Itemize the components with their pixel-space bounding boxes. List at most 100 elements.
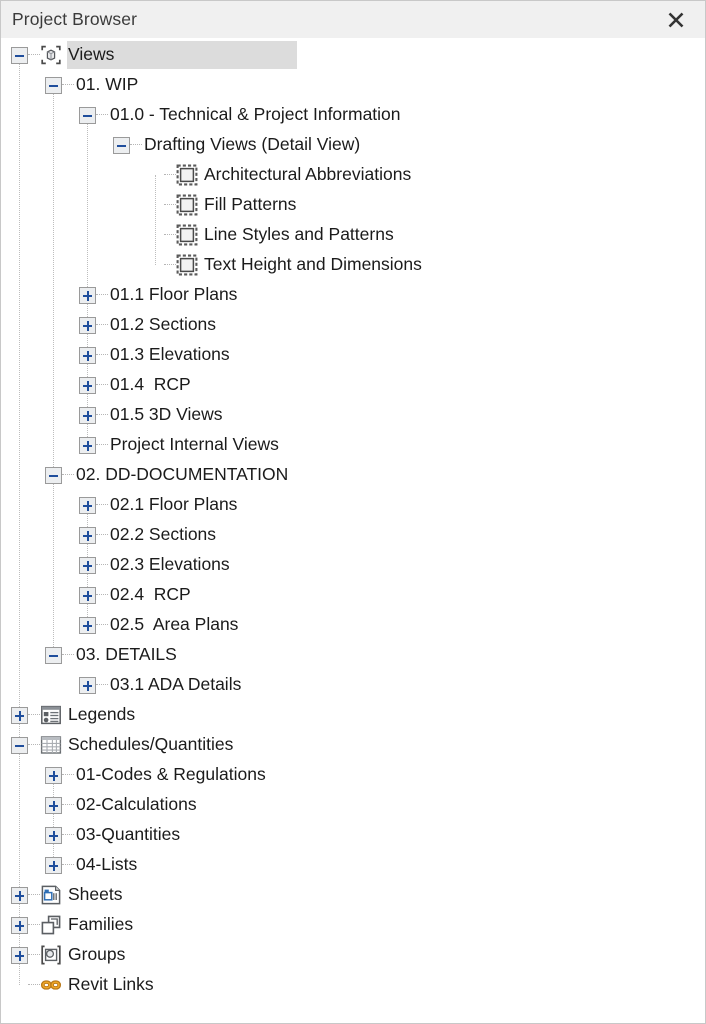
collapse-icon[interactable] xyxy=(11,46,28,64)
collapse-icon[interactable] xyxy=(11,736,28,754)
tree-node-label: 02-Calculations xyxy=(76,794,197,815)
tree-node-tech-project-info[interactable]: 01.0 - Technical & Project Information xyxy=(1,100,705,130)
tree-node-label: 01.1 Floor Plans xyxy=(110,284,238,305)
tree-node-label: 01.0 - Technical & Project Information xyxy=(110,104,401,125)
tree-node-line-styles-patterns[interactable]: Line Styles and Patterns xyxy=(1,220,705,250)
tree-node-dd-documentation[interactable]: 02. DD-DOCUMENTATION xyxy=(1,460,705,490)
tree-node-label: 03-Quantities xyxy=(76,824,181,845)
tree-node-calculations[interactable]: 02-Calculations xyxy=(1,790,705,820)
tree-connector xyxy=(28,54,40,56)
expand-icon[interactable] xyxy=(79,526,96,544)
expand-icon[interactable] xyxy=(79,316,96,334)
tree-node-drafting-views[interactable]: Drafting Views (Detail View) xyxy=(1,130,705,160)
tree-node-lists[interactable]: 04-Lists xyxy=(1,850,705,880)
views-icon xyxy=(40,44,62,66)
expand-icon[interactable] xyxy=(45,796,62,814)
tree-node-quantities[interactable]: 03-Quantities xyxy=(1,820,705,850)
tree-node-wip-3d-views[interactable]: 01.5 3D Views xyxy=(1,400,705,430)
tree-connector xyxy=(96,504,108,506)
expand-icon[interactable] xyxy=(45,856,62,874)
expand-icon[interactable] xyxy=(79,406,96,424)
tree-node-details[interactable]: 03. DETAILS xyxy=(1,640,705,670)
collapse-icon[interactable] xyxy=(45,76,62,94)
tree-node-label: Views xyxy=(68,44,115,65)
tree-node-label: Families xyxy=(68,914,134,935)
tree-node-dd-area-plans[interactable]: 02.5 Area Plans xyxy=(1,610,705,640)
expand-icon[interactable] xyxy=(79,346,96,364)
close-icon[interactable] xyxy=(663,7,689,33)
tree-connector xyxy=(96,384,108,386)
tree-node-views[interactable]: Views xyxy=(1,40,705,70)
tree-node-dd-floor-plans[interactable]: 02.1 Floor Plans xyxy=(1,490,705,520)
tree-connector xyxy=(62,804,74,806)
tree-connector xyxy=(164,204,176,206)
expand-icon[interactable] xyxy=(11,916,28,934)
tree-node-label: 01-Codes & Regulations xyxy=(76,764,266,785)
collapse-icon[interactable] xyxy=(45,646,62,664)
tree-node-dd-rcp[interactable]: 02.4 RCP xyxy=(1,580,705,610)
project-browser-tree[interactable]: Views 01. WIP 01.0 - Technical & Project I… xyxy=(1,38,705,1023)
tree-connector xyxy=(62,474,74,476)
tree-node-ada-details[interactable]: 03.1 ADA Details xyxy=(1,670,705,700)
expand-icon[interactable] xyxy=(11,706,28,724)
tree-guide-line xyxy=(19,55,20,985)
tree-node-label: Legends xyxy=(68,704,136,725)
tree-node-label: 03.1 ADA Details xyxy=(110,674,242,695)
tree-node-wip-sections[interactable]: 01.2 Sections xyxy=(1,310,705,340)
tree-node-wip-floor-plans[interactable]: 01.1 Floor Plans xyxy=(1,280,705,310)
tree-node-label: Architectural Abbreviations xyxy=(204,164,412,185)
tree-connector xyxy=(96,294,108,296)
tree-node-arch-abbreviations[interactable]: Architectural Abbreviations xyxy=(1,160,705,190)
tree-node-dd-sections[interactable]: 02.2 Sections xyxy=(1,520,705,550)
expand-icon[interactable] xyxy=(79,676,96,694)
tree-node-wip-rcp[interactable]: 01.4 RCP xyxy=(1,370,705,400)
panel-title: Project Browser xyxy=(12,9,138,29)
tree-connector xyxy=(96,594,108,596)
expand-icon[interactable] xyxy=(11,886,28,904)
tree-connector xyxy=(28,744,40,746)
tree-node-label: Schedules/Quantities xyxy=(68,734,234,755)
tree-node-revit-links[interactable]: Revit Links xyxy=(1,970,705,1000)
tree-node-project-internal-views[interactable]: Project Internal Views xyxy=(1,430,705,460)
expand-icon[interactable] xyxy=(79,376,96,394)
detail-view-icon xyxy=(176,194,198,216)
tree-connector xyxy=(62,834,74,836)
tree-node-wip-elevations[interactable]: 01.3 Elevations xyxy=(1,340,705,370)
expand-icon[interactable] xyxy=(11,946,28,964)
tree-node-groups[interactable]: Groups xyxy=(1,940,705,970)
tree-node-label: 03. DETAILS xyxy=(76,644,177,665)
expand-icon[interactable] xyxy=(79,586,96,604)
tree-node-families[interactable]: Families xyxy=(1,910,705,940)
tree-node-label: Sheets xyxy=(68,884,123,905)
expand-icon[interactable] xyxy=(45,766,62,784)
tree-node-label: 04-Lists xyxy=(76,854,138,875)
tree-node-label: 01. WIP xyxy=(76,74,139,95)
tree-node-label: 02. DD-DOCUMENTATION xyxy=(76,464,289,485)
expand-icon[interactable] xyxy=(79,436,96,454)
tree-node-label: 01.3 Elevations xyxy=(110,344,230,365)
tree-connector xyxy=(164,264,176,266)
tree-connector xyxy=(28,924,40,926)
tree-node-fill-patterns[interactable]: Fill Patterns xyxy=(1,190,705,220)
tree-connector xyxy=(28,894,40,896)
tree-node-codes-regulations[interactable]: 01-Codes & Regulations xyxy=(1,760,705,790)
expand-icon[interactable] xyxy=(79,286,96,304)
expand-icon[interactable] xyxy=(79,496,96,514)
collapse-icon[interactable] xyxy=(79,106,96,124)
tree-node-schedules-quantities[interactable]: Schedules/Quantities xyxy=(1,730,705,760)
tree-node-label: 02.2 Sections xyxy=(110,524,217,545)
expand-icon[interactable] xyxy=(45,826,62,844)
tree-node-sheets[interactable]: Sheets xyxy=(1,880,705,910)
schedule-icon xyxy=(40,734,62,756)
expand-icon[interactable] xyxy=(79,556,96,574)
tree-node-text-height-dimensions[interactable]: Text Height and Dimensions xyxy=(1,250,705,280)
expand-icon[interactable] xyxy=(79,616,96,634)
tree-node-legends[interactable]: Legends xyxy=(1,700,705,730)
tree-node-dd-elevations[interactable]: 02.3 Elevations xyxy=(1,550,705,580)
tree-connector xyxy=(96,354,108,356)
collapse-icon[interactable] xyxy=(113,136,130,154)
tree-node-label: Line Styles and Patterns xyxy=(204,224,394,245)
collapse-icon[interactable] xyxy=(45,466,62,484)
tree-node-wip[interactable]: 01. WIP xyxy=(1,70,705,100)
